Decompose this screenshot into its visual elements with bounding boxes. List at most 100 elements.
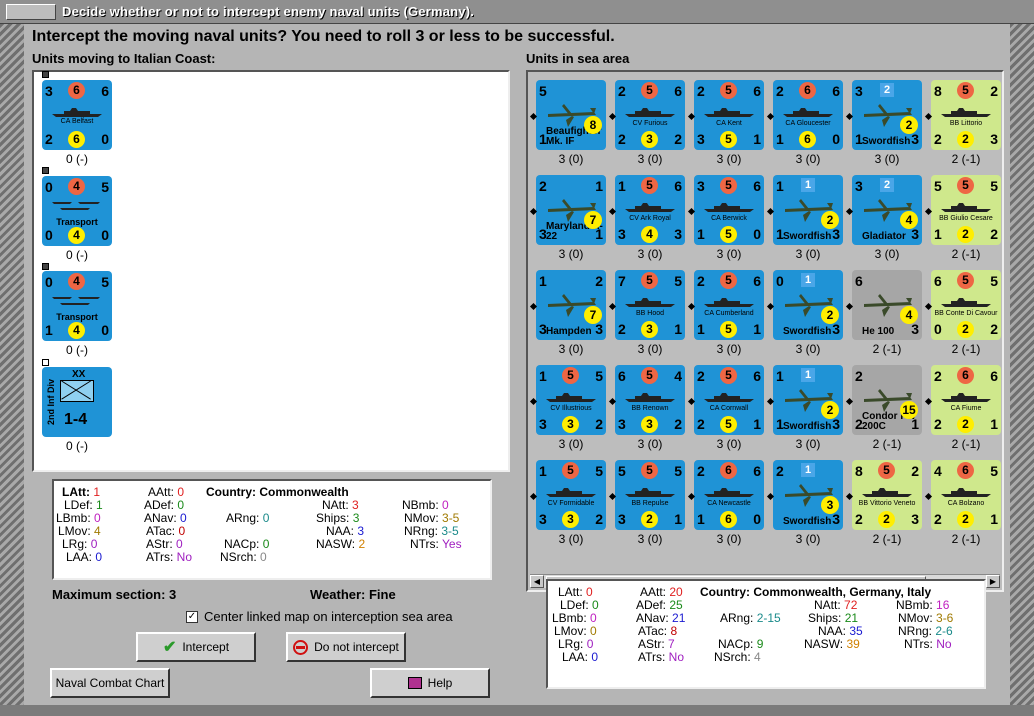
counter-subtext: 3 (0) — [874, 247, 900, 261]
counter-ca-bolzano[interactable]: 4 5 6 CA Bolzano 2 2 1 — [931, 460, 1001, 530]
counter-value: 2 — [618, 321, 626, 337]
counter-transport-1[interactable]: 0 5 4 Transport 0 4 0 — [42, 176, 112, 246]
center-map-label: Center linked map on interception sea ar… — [204, 609, 453, 624]
counter-2nd-inf-div[interactable]: XX 2nd Inf Div 1-4 — [42, 367, 112, 437]
counter-bb-hood[interactable]: 7 5 5 BB Hood 3 2 1 — [615, 270, 685, 340]
counter-value: 2 — [934, 368, 942, 384]
counter-ca-belfast[interactable]: 3 6 6 CA Belfast 2 6 0 — [42, 80, 112, 150]
counter-beaufighter-mk-if[interactable]: 5 Beaufighter Mk. IF 8 1 — [536, 80, 606, 150]
counter-cv-formidable[interactable]: 1 5 5 CV Formidable 3 3 2 — [536, 460, 606, 530]
ship-silhouette-icon — [50, 104, 104, 118]
help-button[interactable]: Help — [370, 668, 490, 698]
defense-value: 6 — [68, 131, 85, 148]
sea-units-pane[interactable]: ◀ ▶ 5 Beaufighter Mk. IF 8 1 3 (0) 2 6 5 CV Furi… — [526, 70, 1004, 592]
counter-subtext: 3 (0) — [637, 532, 663, 546]
counter-name: CV Illustrious — [550, 405, 592, 412]
center-map-checkbox[interactable]: ✓ — [186, 611, 198, 623]
counter-subtext: 3 (0) — [637, 437, 663, 451]
stat-adef: ADef: 25 — [636, 598, 683, 612]
ship-silhouette-icon — [623, 294, 677, 308]
counter-subtext: 3 (0) — [795, 152, 821, 166]
counter-name: CA Berwick — [711, 215, 747, 222]
counter-name: He 100 — [862, 326, 895, 337]
defense-value: 2 — [641, 511, 658, 528]
counter-gladiator[interactable]: 3 Gladiator 2 4 3 — [852, 175, 922, 245]
counter-subtext: 0 (-) — [66, 248, 88, 262]
counter-value: 5 — [101, 274, 109, 290]
do-not-intercept-button[interactable]: Do not intercept — [286, 632, 406, 662]
counter-hampden[interactable]: 1 2 Hampden 7 3 3 — [536, 270, 606, 340]
counter-value: 2 — [697, 83, 705, 99]
counter-ca-gloucester[interactable]: 2 6 6 CA Gloucester 6 1 0 — [773, 80, 843, 150]
counter-value: 3 — [674, 226, 682, 242]
counter-name: CA Newcastle — [707, 500, 751, 507]
defense-value: 5 — [720, 321, 737, 338]
counter-he-100[interactable]: 6 He 100 4 3 — [852, 270, 922, 340]
infantry-icon — [60, 380, 94, 402]
counter-value: 5 — [934, 178, 942, 194]
counter-ca-kent[interactable]: 2 6 5 CA Kent 5 3 1 — [694, 80, 764, 150]
counter-value: 5 — [618, 463, 626, 479]
attack-value: 6 — [720, 462, 737, 479]
counter-swordfish[interactable]: 0 Swordfish 1 2 3 — [773, 270, 843, 340]
stat-nmov: NMov: 3-5 — [404, 511, 460, 525]
counter-condor-fw-200c[interactable]: 2 Condor FW 200C 15 2 1 — [852, 365, 922, 435]
counter-value: 3 — [911, 131, 919, 147]
counter-ca-fiume[interactable]: 2 6 6 CA Fiume 2 2 1 — [931, 365, 1001, 435]
counter-bb-repulse[interactable]: 5 5 5 BB Repulse 2 3 1 — [615, 460, 685, 530]
ship-silhouette-icon — [544, 484, 598, 498]
counter-name: BB Renown — [631, 405, 669, 412]
counter-subtext: 2 (-1) — [951, 247, 981, 261]
system-menu-button[interactable] — [6, 3, 56, 20]
counter-transport-2[interactable]: 0 5 4 Transport 1 4 0 — [42, 271, 112, 341]
counter-cv-furious[interactable]: 2 6 5 CV Furious 3 2 2 — [615, 80, 685, 150]
counter-swordfish[interactable]: 1 Swordfish 1 2 1 3 — [773, 175, 843, 245]
intercept-button[interactable]: ✔ Intercept — [136, 632, 256, 662]
counter-value: 1 — [595, 226, 603, 242]
stat-arng: ARng: 0 — [226, 511, 270, 525]
counter-value: 0 — [101, 227, 109, 243]
counter-swordfish[interactable]: 2 Swordfish 1 3 3 — [773, 460, 843, 530]
counter-ca-newcastle[interactable]: 2 6 6 CA Newcastle 6 1 0 — [694, 460, 764, 530]
scroll-right-icon[interactable]: ▶ — [986, 575, 1000, 588]
counter-name: Swordfish — [783, 516, 832, 527]
scroll-left-icon[interactable]: ◀ — [530, 575, 544, 588]
counter-value: 2 — [911, 463, 919, 479]
counter-name: Gladiator — [862, 231, 906, 242]
counter-swordfish[interactable]: 1 Swordfish 1 2 1 3 — [773, 365, 843, 435]
counter-ca-cumberland[interactable]: 2 6 5 CA Cumberland 5 1 1 — [694, 270, 764, 340]
counter-value: 0 — [45, 274, 53, 290]
counter-cv-illustrious[interactable]: 1 5 5 CV Illustrious 3 3 2 — [536, 365, 606, 435]
counter-bb-littorio[interactable]: 8 2 5 BB Littorio 2 2 3 — [931, 80, 1001, 150]
stat-nasw: NASW: 39 — [804, 637, 860, 651]
counter-name: CA Cornwall — [709, 405, 749, 412]
counter-value: 8 — [934, 83, 942, 99]
attack-value: 6 — [68, 82, 85, 99]
counter-maryland-a-22[interactable]: 2 1 Maryland A-22 7 3 1 — [536, 175, 606, 245]
counter-swordfish[interactable]: 3 Swordfish 2 2 1 3 — [852, 80, 922, 150]
stat-nacp: NACp: 9 — [718, 637, 764, 651]
defense-value: 8 — [584, 116, 602, 134]
counter-bb-renown[interactable]: 6 4 5 BB Renown 3 3 2 — [615, 365, 685, 435]
counter-value: 0 — [934, 321, 942, 337]
counter-ca-cornwall[interactable]: 2 6 5 CA Cornwall 5 2 1 — [694, 365, 764, 435]
stat-lrg: LRg: 0 — [558, 637, 594, 651]
defense-value: 2 — [957, 131, 974, 148]
counter-cv-ark-royal[interactable]: 1 6 5 CV Ark Royal 4 3 3 — [615, 175, 685, 245]
counter-ca-berwick[interactable]: 3 6 5 CA Berwick 5 1 0 — [694, 175, 764, 245]
counter-value: 6 — [990, 368, 998, 384]
counter-subtext: 2 (-1) — [951, 437, 981, 451]
stat-nacp: NACp: 0 — [224, 537, 270, 551]
counter-bb-vittorio-veneto[interactable]: 8 2 5 BB Vittorio Veneto 2 2 3 — [852, 460, 922, 530]
naval-combat-chart-button[interactable]: Naval Combat Chart — [50, 668, 170, 698]
counter-name: Swordfish — [783, 231, 832, 242]
moving-units-pane[interactable]: 3 6 6 CA Belfast 2 6 0 0 (-) 0 5 4 Trans… — [32, 70, 510, 472]
counter-value: 3 — [911, 321, 919, 337]
ship-silhouette-icon — [702, 484, 756, 498]
counter-value: 2 — [618, 131, 626, 147]
counter-bb-giulio-cesare[interactable]: 5 5 5 BB Giulio Cesare 2 1 2 — [931, 175, 1001, 245]
defense-value: 6 — [799, 131, 816, 148]
left-frame — [0, 24, 24, 716]
counter-bb-conte-di-cavour[interactable]: 6 5 5 BB Conte Di Cavour 2 0 2 — [931, 270, 1001, 340]
counter-value: 7 — [618, 273, 626, 289]
